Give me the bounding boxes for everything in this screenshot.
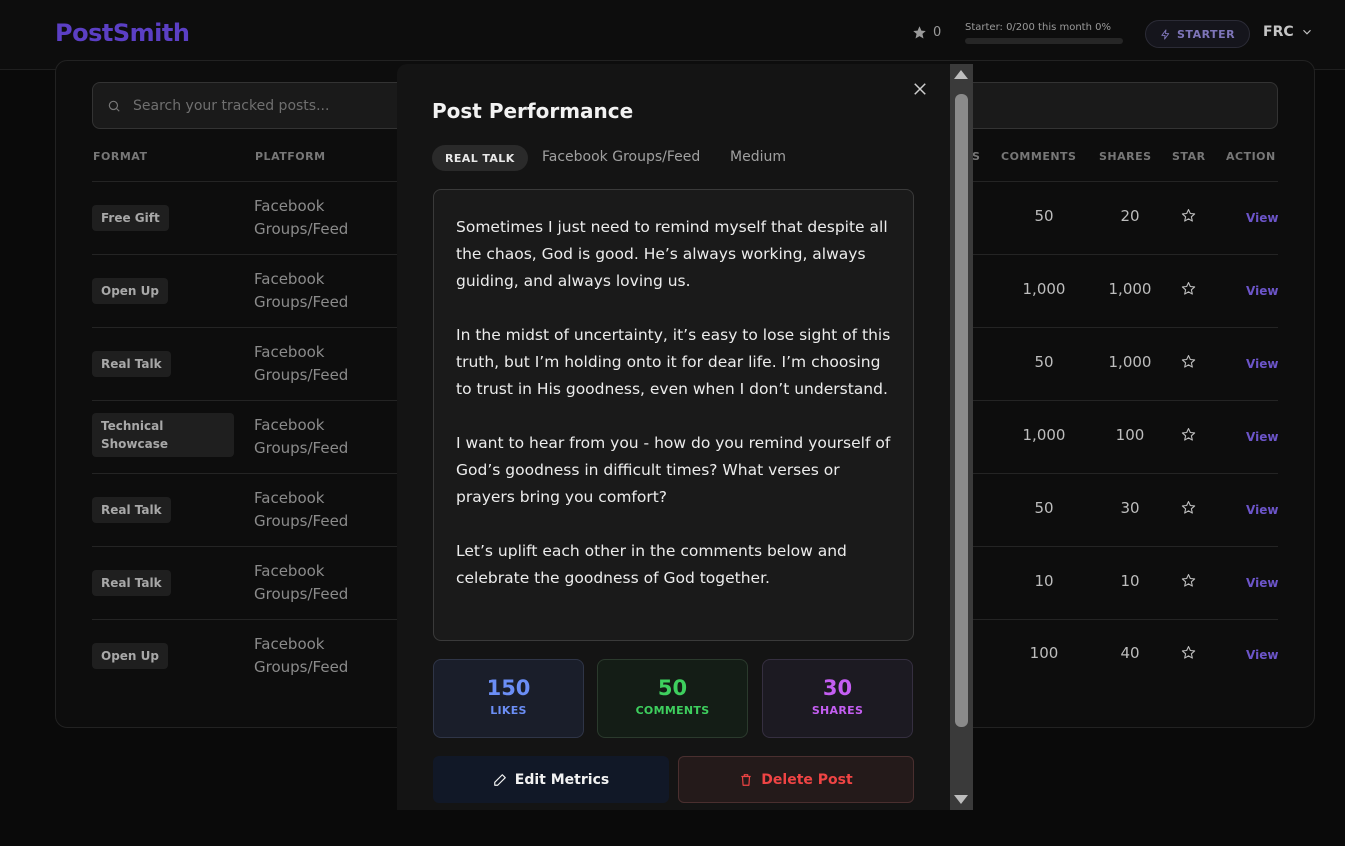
post-content-box: Sometimes I just need to remind myself t… (433, 189, 914, 641)
format-badge: Open Up (92, 643, 168, 669)
format-badge: Real Talk (92, 570, 171, 596)
app-logo[interactable]: PostSmith (55, 19, 190, 47)
view-link[interactable]: View (1246, 211, 1278, 225)
likes-stat-card: 150 LIKES (433, 659, 584, 738)
pencil-icon (493, 773, 506, 786)
star-icon[interactable] (1181, 427, 1196, 442)
usage-label: Starter: 0/200 this month 0% (965, 22, 1111, 33)
platform-cell: Facebook Groups/Feed (254, 489, 349, 530)
usage-meter: Starter: 0/200 this month 0% (965, 22, 1123, 44)
col-header-comments: COMMENTS (1001, 150, 1077, 163)
chevron-down-icon (1302, 29, 1311, 35)
starred-count-value: 0 (933, 25, 942, 40)
col-header-format: FORMAT (93, 150, 148, 163)
likes-value: 150 (486, 676, 531, 700)
platform-cell: Facebook Groups/Feed (254, 562, 349, 603)
shares-cell: 100 (1115, 426, 1145, 444)
comments-cell: 50 (1034, 353, 1054, 371)
shares-cell: 1,000 (1108, 353, 1152, 371)
post-performance-modal: Post Performance REAL TALK Facebook Grou… (397, 64, 950, 810)
shares-cell: 40 (1120, 644, 1140, 662)
view-link[interactable]: View (1246, 503, 1278, 517)
platform-cell: Facebook Groups/Feed (254, 197, 349, 238)
plan-badge[interactable]: STARTER (1145, 20, 1251, 48)
scrollbar-thumb[interactable] (955, 94, 968, 727)
trash-icon (741, 773, 751, 786)
comments-cell: 50 (1034, 207, 1054, 225)
post-paragraph: Sometimes I just need to remind myself t… (456, 218, 888, 290)
comments-cell: 10 (1034, 572, 1054, 590)
likes-label: LIKES (490, 704, 527, 717)
search-input[interactable] (133, 97, 393, 114)
plan-badge-label: STARTER (1177, 27, 1236, 41)
comments-stat-card: 50 COMMENTS (597, 659, 748, 738)
scroll-down-arrow-icon[interactable] (954, 795, 968, 804)
usage-bar (965, 38, 1123, 44)
shares-label: SHARES (811, 704, 864, 717)
platform-cell: Facebook Groups/Feed (254, 416, 349, 457)
edit-metrics-button[interactable]: Edit Metrics (433, 756, 669, 803)
star-icon[interactable] (1181, 354, 1196, 369)
view-link[interactable]: View (1246, 430, 1278, 444)
format-badge: Free Gift (92, 205, 169, 231)
comments-cell: 100 (1029, 644, 1059, 662)
comments-value: 50 (657, 676, 688, 700)
starred-count[interactable]: 0 (912, 25, 941, 40)
platform-cell: Facebook Groups/Feed (254, 343, 349, 384)
platform-cell: Facebook Groups/Feed (254, 270, 349, 311)
format-tag: REAL TALK (432, 145, 528, 171)
shares-cell: 30 (1120, 499, 1140, 517)
shares-value: 30 (822, 676, 853, 700)
shares-cell: 1,000 (1108, 280, 1152, 298)
star-icon[interactable] (1181, 281, 1196, 296)
user-menu[interactable]: FRC (1263, 24, 1314, 40)
col-header-shares: SHARES (1099, 150, 1152, 163)
edit-metrics-label: Edit Metrics (514, 771, 610, 788)
shares-cell: 10 (1120, 572, 1140, 590)
star-icon (913, 26, 926, 39)
star-icon[interactable] (1181, 500, 1196, 515)
star-icon[interactable] (1181, 645, 1196, 660)
view-link[interactable]: View (1246, 576, 1278, 590)
comments-cell: 50 (1034, 499, 1054, 517)
delete-post-button[interactable]: Delete Post (678, 756, 914, 803)
modal-title: Post Performance (432, 99, 634, 123)
modal-platform: Facebook Groups/Feed (542, 149, 701, 165)
view-link[interactable]: View (1246, 357, 1278, 371)
format-badge: Real Talk (92, 351, 171, 377)
view-link[interactable]: View (1246, 284, 1278, 298)
format-badge: Real Talk (92, 497, 171, 523)
col-header-action: ACTION (1226, 150, 1276, 163)
comments-cell: 1,000 (1022, 280, 1066, 298)
lightning-icon (1161, 28, 1170, 40)
close-icon[interactable] (911, 80, 929, 98)
platform-cell: Facebook Groups/Feed (254, 635, 349, 676)
post-paragraph: I want to hear from you - how do you rem… (456, 434, 891, 506)
star-icon[interactable] (1181, 573, 1196, 588)
format-badge: Technical Showcase (92, 413, 234, 457)
modal-length: Medium (730, 149, 786, 165)
delete-post-label: Delete Post (761, 771, 853, 788)
comments-label: COMMENTS (635, 704, 710, 717)
col-header-likes: S (972, 150, 981, 163)
shares-stat-card: 30 SHARES (762, 659, 913, 738)
post-paragraph: Let’s uplift each other in the comments … (456, 542, 847, 587)
col-header-star: STAR (1172, 150, 1206, 163)
col-header-platform: PLATFORM (255, 150, 326, 163)
scroll-up-arrow-icon[interactable] (954, 70, 968, 79)
comments-cell: 1,000 (1022, 426, 1066, 444)
shares-cell: 20 (1120, 207, 1140, 225)
post-paragraph: In the midst of uncertainty, it’s easy t… (456, 326, 891, 398)
search-icon (108, 100, 120, 112)
format-badge: Open Up (92, 278, 168, 304)
modal-scrollbar[interactable] (950, 64, 973, 810)
user-initials: FRC (1263, 24, 1294, 40)
view-link[interactable]: View (1246, 648, 1278, 662)
star-icon[interactable] (1181, 208, 1196, 223)
